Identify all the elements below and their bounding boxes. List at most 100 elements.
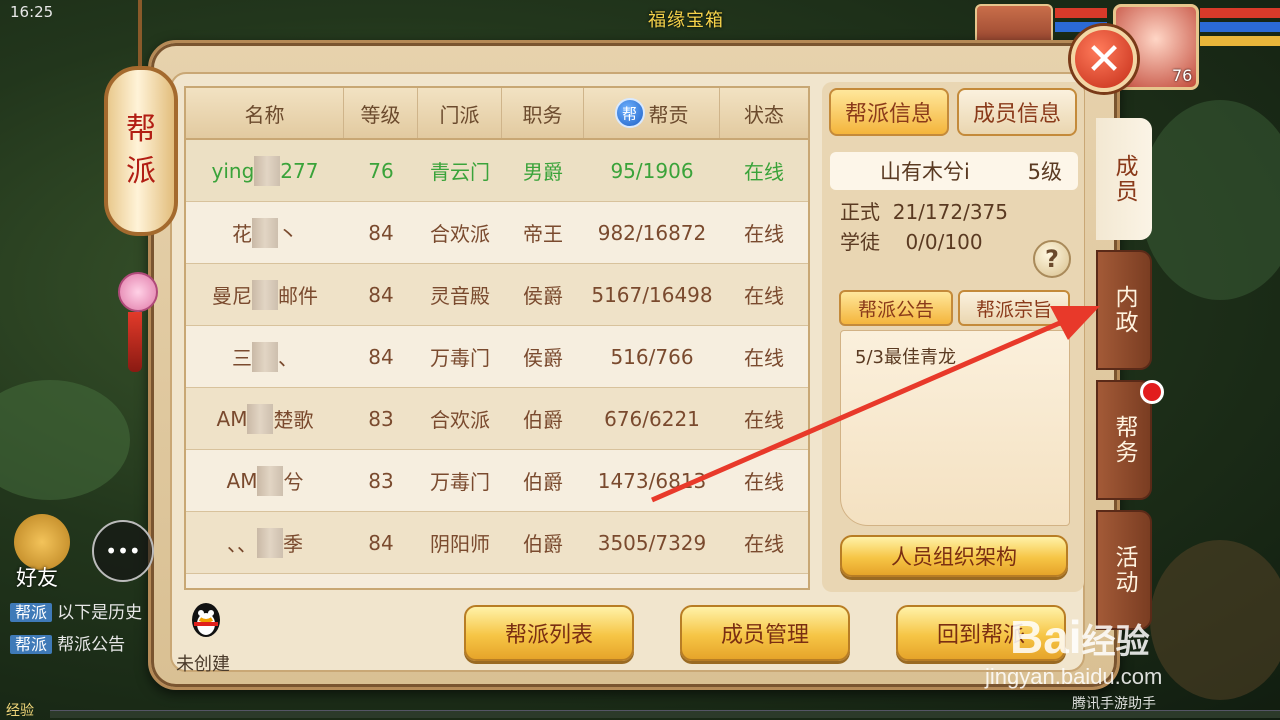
table-row[interactable]: 花丶 84 合欢派 帝王 982/16872 在线 [186,202,808,264]
member-contribution: 676/6221 [604,406,700,431]
member-contribution: 3505/7329 [597,530,707,555]
member-contribution: 5167/16498 [591,282,713,307]
sp-bar [1200,36,1280,46]
pet-hp-bar [1055,8,1107,18]
member-contribution: 516/766 [610,344,694,369]
charm-icon [118,272,158,312]
blurred-name [252,279,278,310]
player-level: 76 [1172,66,1193,85]
blurred-name [257,527,283,558]
watermark-brand: Bai经验 [1010,611,1150,663]
member-position: 男爵 [523,160,563,184]
member-position: 伯爵 [523,470,563,494]
treasure-box-title[interactable]: 福缘宝箱 [648,6,724,32]
tab-member-info[interactable]: 成员信息 [957,88,1077,136]
member-level: 83 [368,406,394,431]
notification-dot [1140,380,1164,404]
header-contribution-label: 帮贡 [648,102,689,127]
header-name[interactable]: 名称 [186,88,344,138]
member-status: 在线 [744,408,784,432]
member-position: 帝王 [523,222,563,246]
member-name: 曼尼 邮件 [186,264,344,325]
member-level: 76 [368,158,394,183]
member-name: ying 277 [186,140,344,201]
qq-penguin-icon[interactable] [188,600,224,640]
member-contribution: 982/16872 [597,220,707,245]
table-header: 名称 等级 门派 职务 帮 帮贡 状态 [186,88,808,140]
table-row[interactable]: 、、季 84 阴阳师 伯爵 3505/7329 在线 [186,512,808,574]
qq-status-label: 未创建 [176,654,230,675]
tab-guild-notice[interactable]: 帮派公告 [839,290,953,326]
header-contribution[interactable]: 帮 帮贡 [584,88,720,138]
member-name: 三、 [186,326,344,387]
hp-bar [1200,8,1280,18]
member-contribution: 95/1906 [610,158,694,183]
notice-content[interactable]: 5/3最佳青龙 [840,330,1070,526]
close-button[interactable]: ✕ [1071,26,1137,92]
blurred-name [257,465,284,496]
member-contribution: 1473/6813 [597,468,707,493]
exp-label: 经验 [6,703,34,719]
member-sect: 万毒门 [430,346,490,370]
member-table: 名称 等级 门派 职务 帮 帮贡 状态 ying 277 76 青云门 男爵 95… [184,86,810,590]
formal-members: 正式 21/172/375 [840,200,1008,224]
table-row[interactable]: ying 277 76 青云门 男爵 95/1906 在线 [186,140,808,202]
contribution-icon: 帮 [614,98,645,128]
member-status: 在线 [744,532,784,556]
help-icon[interactable]: ? [1033,240,1071,278]
header-status[interactable]: 状态 [720,88,808,138]
member-status: 在线 [744,284,784,308]
member-status: 在线 [744,470,784,494]
member-level: 83 [368,468,394,493]
member-level: 84 [368,530,394,555]
status-time: 16:25 [10,3,54,21]
blurred-name [252,341,278,372]
background-foliage [1140,100,1280,300]
guild-lantern-icon: 帮 派 [104,66,178,236]
member-sect: 合欢派 [430,408,490,432]
side-tab-internal[interactable]: 内政 [1096,250,1152,370]
member-name: AM 兮 [186,450,344,511]
table-body: ying 277 76 青云门 男爵 95/1906 在线 花丶 84 合欢派 帝… [186,140,808,574]
blurred-name [247,403,274,434]
member-name: 、、季 [186,512,344,573]
member-position: 侯爵 [523,284,563,308]
lantern-string [138,0,142,70]
chat-line[interactable]: 帮派 以下是历史 [10,598,142,623]
table-row[interactable]: 曼尼 邮件 84 灵音殿 侯爵 5167/16498 在线 [186,264,808,326]
member-level: 84 [368,344,394,369]
guild-list-button[interactable]: 帮派列表 [464,605,634,661]
guild-name-card: 山有木兮i 5级 [830,152,1078,190]
blurred-name [252,217,278,248]
member-sect: 阴阳师 [430,532,490,556]
member-name: 花丶 [186,202,344,263]
table-row[interactable]: AM 楚歌 83 合欢派 伯爵 676/6221 在线 [186,388,808,450]
member-sect: 合欢派 [430,222,490,246]
table-row[interactable]: 三、 84 万毒门 侯爵 516/766 在线 [186,326,808,388]
member-level: 84 [368,220,394,245]
member-name: AM 楚歌 [186,388,344,449]
org-structure-button[interactable]: 人员组织架构 [840,535,1068,577]
member-status: 在线 [744,160,784,184]
header-sect[interactable]: 门派 [418,88,502,138]
guild-name: 山有木兮i [880,160,970,184]
watermark-url: jingyan.baidu.com [985,664,1163,689]
chat-icon[interactable]: ••• [92,520,154,582]
member-manage-button[interactable]: 成员管理 [680,605,850,661]
member-status: 在线 [744,222,784,246]
member-sect: 青云门 [430,160,490,184]
member-status: 在线 [744,346,784,370]
side-tab-members[interactable]: 成员 [1096,118,1152,240]
tab-guild-info[interactable]: 帮派信息 [829,88,949,136]
friends-label[interactable]: 好友 [16,562,58,592]
table-row[interactable]: AM 兮 83 万毒门 伯爵 1473/6813 在线 [186,450,808,512]
chat-line[interactable]: 帮派 帮派公告 [10,630,125,655]
tab-guild-purpose[interactable]: 帮派宗旨 [958,290,1070,326]
guild-level: 5级 [1027,160,1062,184]
background-foliage [0,380,130,500]
blurred-name [254,155,281,186]
header-level[interactable]: 等级 [344,88,418,138]
member-position: 侯爵 [523,346,563,370]
member-sect: 灵音殿 [430,284,490,308]
header-position[interactable]: 职务 [502,88,584,138]
